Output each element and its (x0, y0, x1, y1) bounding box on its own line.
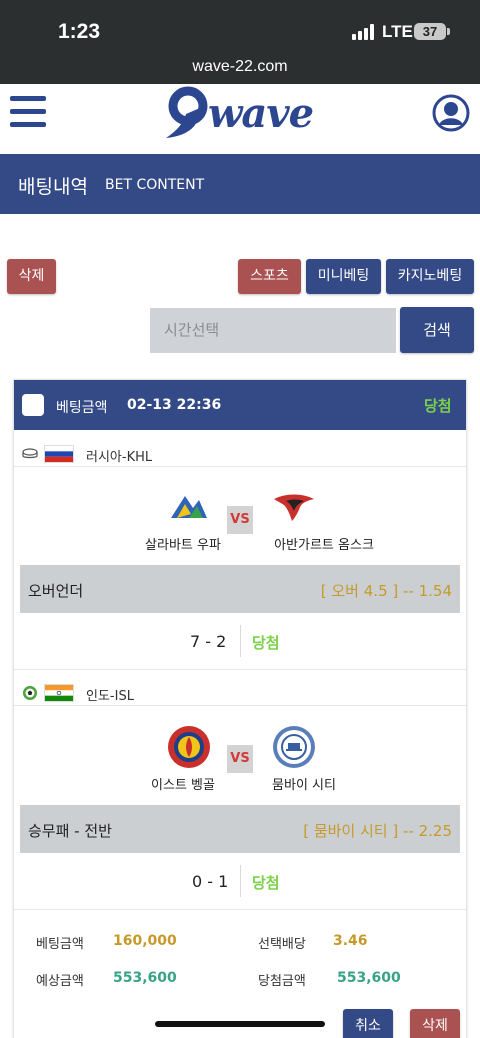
divider (14, 669, 466, 670)
search-button[interactable]: 검색 (400, 307, 474, 353)
east-bengal-logo-icon (168, 726, 210, 768)
bet-amount-label: 베팅금액 (36, 937, 84, 952)
url-bar[interactable]: wave-22.com (0, 56, 480, 84)
signal-icon (352, 24, 376, 40)
win-amount-value: 553,600 (337, 970, 401, 986)
menu-icon[interactable] (10, 96, 46, 128)
vs-badge: VS (227, 745, 253, 773)
market-name: 승무패 - 전반 (28, 822, 112, 840)
salavat-yulaev-logo-icon (171, 496, 207, 518)
avangard-omsk-logo-icon (274, 494, 314, 521)
hockey-puck-icon (22, 448, 38, 459)
bet-select-checkbox[interactable] (22, 394, 44, 416)
user-icon[interactable] (432, 94, 470, 132)
market-name: 오버언더 (28, 582, 84, 600)
expected-amount-value: 553,600 (113, 970, 177, 986)
win-amount-label: 당첨금액 (258, 974, 306, 989)
selected-odds-value: 3.46 (333, 933, 368, 949)
tab-casino-betting[interactable]: 카지노베팅 (386, 259, 474, 294)
match-score: 7 - 2 (190, 632, 227, 651)
vs-badge: VS (227, 506, 253, 534)
away-team-name: 아반가르트 옴스크 (274, 538, 374, 553)
bet-date: 02-13 22:36 (127, 397, 222, 413)
russia-flag-icon (44, 445, 74, 463)
cancel-bet-button[interactable]: 취소 (343, 1009, 393, 1038)
tab-mini-betting[interactable]: 미니베팅 (306, 259, 381, 294)
score-separator (240, 865, 241, 897)
expected-amount-label: 예상금액 (36, 974, 84, 989)
network-label: LTE (382, 22, 413, 41)
mumbai-city-logo-icon (273, 726, 315, 768)
battery-tip (447, 28, 450, 35)
bet-amount-value: 160,000 (113, 933, 177, 949)
score-separator (240, 625, 241, 657)
league-name: 러시아-KHL (86, 450, 153, 465)
page-title: 배팅내역 (18, 176, 88, 198)
india-flag-icon (44, 684, 74, 702)
divider (14, 909, 466, 910)
status-time: 1:23 (58, 20, 101, 43)
page-subtitle: BET CONTENT (105, 177, 205, 193)
divider (14, 466, 466, 467)
logo-mark-icon (166, 86, 208, 138)
time-select-input[interactable]: 시간선택 (150, 308, 396, 353)
bet-card: 베팅금액 02-13 22:36 당첨 러시아-KHL VS 살라바트 우파 아… (13, 379, 467, 1038)
battery-icon: 37 (414, 23, 446, 40)
bet-card-header: 베팅금액 02-13 22:36 당첨 (14, 380, 466, 430)
league-name: 인도-ISL (86, 689, 134, 704)
home-team-name: 살라바트 우파 (145, 538, 221, 553)
selected-odds-label: 선택배당 (258, 937, 306, 952)
divider (14, 705, 466, 706)
market-row: 오버언더 [ 오버 4.5 ] -- 1.54 (20, 565, 460, 613)
home-team-name: 이스트 벵골 (151, 778, 215, 793)
bet-result-badge: 당첨 (424, 397, 452, 415)
match-score: 0 - 1 (192, 872, 229, 891)
market-row: 승무패 - 전반 [ 뭄바이 시티 ] -- 2.25 (20, 805, 460, 853)
market-pick: [ 오버 4.5 ] -- 1.54 (320, 582, 452, 600)
delete-bet-button[interactable]: 삭제 (410, 1009, 460, 1038)
match-result: 당첨 (252, 634, 280, 652)
delete-button[interactable]: 삭제 (7, 259, 56, 294)
match-result: 당첨 (252, 874, 280, 892)
tab-sports[interactable]: 스포츠 (238, 259, 301, 294)
market-pick: [ 뭄바이 시티 ] -- 2.25 (303, 822, 452, 840)
logo-text: wave (208, 90, 314, 137)
site-logo[interactable]: wave (160, 86, 320, 142)
site-header: wave (0, 84, 480, 154)
away-team-name: 뭄바이 시티 (272, 778, 336, 793)
status-bar: 1:23 LTE 37 (0, 0, 480, 56)
page-title-band: 배팅내역 BET CONTENT (0, 154, 480, 214)
home-indicator[interactable] (155, 1021, 325, 1027)
soccer-ball-icon (23, 686, 37, 700)
bet-amount-heading: 베팅금액 (56, 400, 108, 416)
